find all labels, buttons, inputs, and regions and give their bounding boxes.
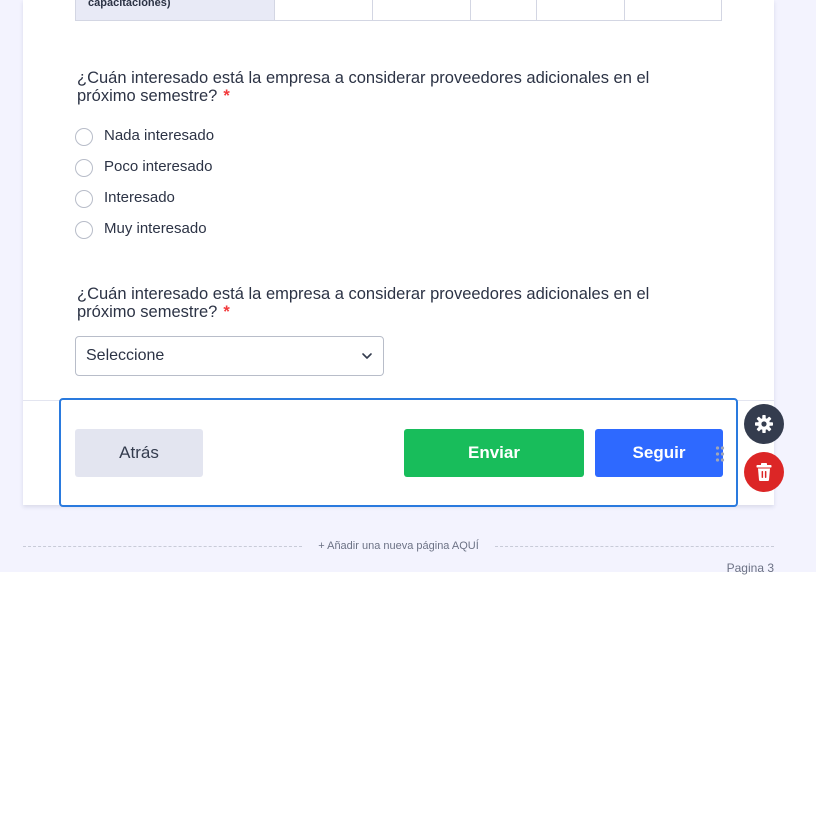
radio-label[interactable]: Nada interesado [104, 127, 214, 144]
submit-button[interactable]: Enviar [404, 429, 584, 477]
radio-list: Nada interesado Poco interesado Interesa… [75, 120, 697, 244]
dashed-divider [494, 545, 775, 547]
gear-icon [755, 415, 773, 433]
radio-option[interactable]: Interesado [75, 182, 697, 213]
trash-icon [756, 463, 772, 481]
radio-option[interactable]: Muy interesado [75, 213, 697, 244]
required-mark: * [223, 303, 230, 321]
question-dropdown: ¿Cuán interesado está la empresa a consi… [77, 285, 697, 321]
radio-button[interactable] [75, 220, 93, 239]
question-title: ¿Cuán interesado está la empresa a consi… [77, 285, 650, 321]
delete-button[interactable] [744, 452, 784, 492]
matrix-cell[interactable] [537, 0, 625, 20]
matrix-cell[interactable] [471, 0, 537, 20]
radio-option[interactable]: Poco interesado [75, 151, 697, 182]
settings-button[interactable] [744, 404, 784, 444]
radio-button[interactable] [75, 127, 93, 146]
matrix-cell[interactable] [625, 0, 722, 20]
matrix-table: capacitaciones) [75, 0, 722, 21]
chevron-down-icon [362, 353, 372, 359]
add-page-link[interactable]: + Añadir una nueva página AQUÍ [302, 540, 495, 552]
add-page-row[interactable]: + Añadir una nueva página AQUÍ [23, 536, 775, 556]
required-mark: * [223, 87, 230, 105]
dropdown-value: Seleccione [86, 347, 165, 364]
question-radio: ¿Cuán interesado está la empresa a consi… [75, 69, 697, 244]
question-title: ¿Cuán interesado está la empresa a consi… [77, 69, 650, 105]
radio-option[interactable]: Nada interesado [75, 120, 697, 151]
dashed-divider [23, 545, 303, 547]
matrix-cell[interactable] [275, 0, 373, 20]
next-button[interactable]: Seguir [595, 429, 723, 477]
radio-label[interactable]: Muy interesado [104, 220, 207, 237]
matrix-cell[interactable] [373, 0, 471, 20]
radio-button[interactable] [75, 189, 93, 208]
radio-button[interactable] [75, 158, 93, 177]
page-number-label: Pagina 3 [726, 561, 774, 575]
back-button[interactable]: Atrás [75, 429, 203, 477]
radio-label[interactable]: Poco interesado [104, 158, 212, 175]
button-bar-selected[interactable]: Atrás Enviar Seguir [59, 398, 738, 507]
dropdown-select[interactable]: Seleccione [75, 336, 384, 376]
drag-handle-icon[interactable] [715, 445, 725, 463]
matrix-row-label: capacitaciones) [75, 0, 275, 20]
radio-label[interactable]: Interesado [104, 189, 175, 206]
